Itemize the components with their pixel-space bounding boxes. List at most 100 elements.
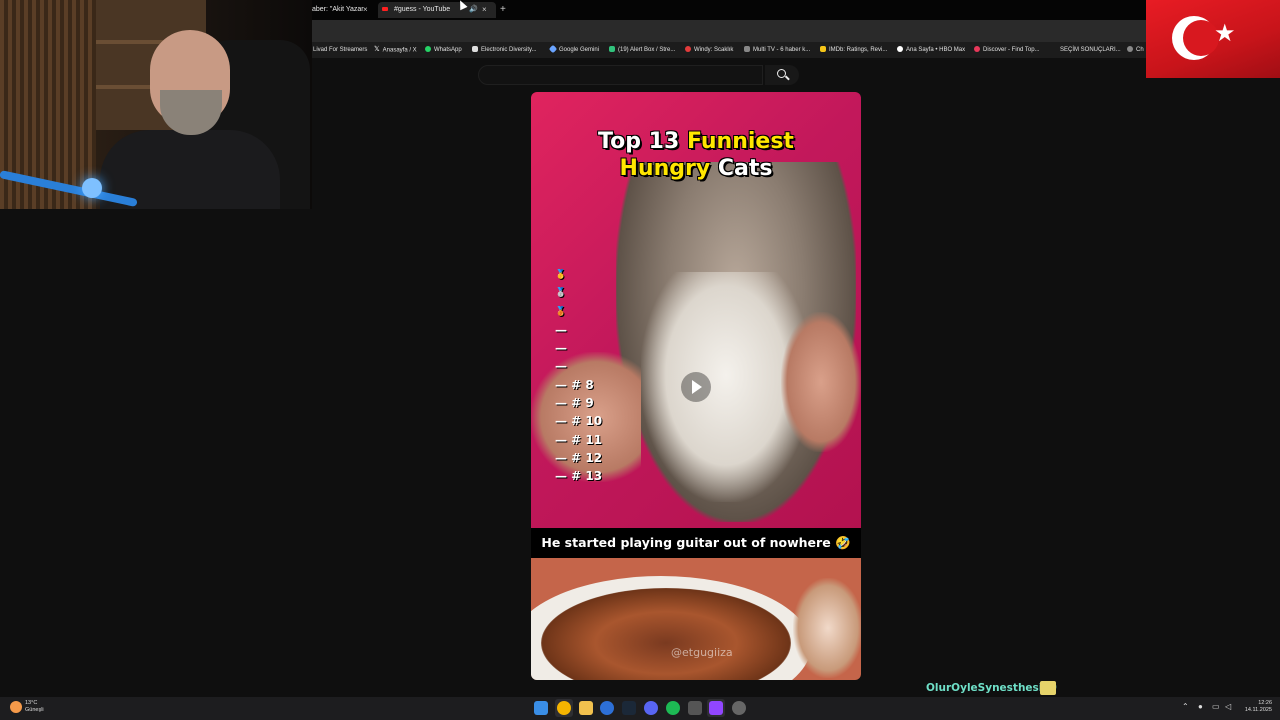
alert-icon bbox=[609, 46, 615, 53]
obs-icon[interactable] bbox=[732, 701, 746, 715]
search-button[interactable] bbox=[765, 65, 799, 85]
chat-emote-icon bbox=[1040, 681, 1056, 695]
webcam-overlay bbox=[0, 0, 312, 209]
windy-icon bbox=[685, 46, 691, 53]
bookmark-label: Ch bbox=[1136, 47, 1144, 53]
weather-icon[interactable] bbox=[10, 701, 22, 713]
mic-light bbox=[82, 178, 102, 198]
rank-item: — # 10 bbox=[555, 414, 603, 429]
bookmark-label: Discover - Find Top... bbox=[983, 47, 1040, 53]
weather-widget[interactable]: 13°C Güneşli bbox=[25, 700, 44, 714]
screen: aber: "Akit Yazar × #guess - YouTube 🔊 ×… bbox=[0, 0, 1280, 720]
edge-icon[interactable] bbox=[600, 701, 614, 715]
rank-item: — # 12 bbox=[555, 450, 603, 465]
rank-item: — bbox=[555, 322, 567, 337]
video-title-overlay: Top 13 Funniest Hungry Cats bbox=[531, 128, 861, 182]
ranking-list: 🥇 🥈 🥉 — — — — # 8 — # 9 — # 10 — # 11 — … bbox=[555, 266, 635, 486]
search-icon-handle bbox=[785, 75, 790, 81]
new-tab-button[interactable]: + bbox=[500, 2, 506, 18]
bookmark-label: SEÇİM SONUÇLARI... bbox=[1060, 47, 1121, 53]
bookmark-item[interactable]: IMDb: Ratings, Revi... bbox=[820, 45, 887, 55]
chevron-up-icon[interactable]: ⌃ bbox=[1182, 701, 1189, 713]
app-icon[interactable] bbox=[688, 701, 702, 715]
bookmark-label: Google Gemini bbox=[559, 47, 600, 53]
title-highlight: Funniest bbox=[686, 129, 794, 154]
bookmark-item[interactable]: Google Gemini bbox=[548, 45, 600, 55]
star-icon: ★ bbox=[1214, 20, 1236, 47]
address-bar[interactable] bbox=[312, 20, 1146, 42]
bookmark-item[interactable]: WhatsApp bbox=[425, 45, 462, 55]
video-frame-bottom: @etgugiiza bbox=[531, 558, 861, 680]
caption-bar: He started playing guitar out of nowhere… bbox=[531, 528, 861, 558]
bookmark-item[interactable]: Windy: Scaklık bbox=[685, 45, 733, 55]
clock-time: 12:26 bbox=[1258, 700, 1272, 706]
chrome-icon[interactable] bbox=[557, 701, 571, 715]
chat-username: OlurOyleSynesthesia0 bbox=[926, 682, 1057, 694]
bookmark-item[interactable]: (19) Alert Box / Stre... bbox=[609, 45, 675, 55]
rank-emoji: 🥉 bbox=[555, 306, 567, 317]
rank-item: — # 11 bbox=[555, 432, 603, 447]
rank-item: — # 13 bbox=[555, 469, 603, 484]
title-text: Top 13 bbox=[598, 129, 687, 154]
bookmarks-bar: Livad For Streamers 𝕏 Anasayfa / X WhatsA… bbox=[312, 42, 1146, 58]
steam-icon[interactable] bbox=[622, 701, 636, 715]
weather-temp: 13°C bbox=[25, 700, 38, 706]
bookmark-label: Multi TV - 6 haber k... bbox=[753, 47, 811, 53]
bookmark-item[interactable]: 𝕏 Anasayfa / X bbox=[374, 45, 417, 56]
play-button[interactable] bbox=[681, 372, 711, 402]
play-icon bbox=[692, 380, 702, 394]
bookmark-item[interactable]: Livad For Streamers bbox=[313, 45, 367, 55]
bookmark-label: WhatsApp bbox=[434, 47, 462, 53]
close-tab-icon[interactable]: × bbox=[482, 2, 487, 18]
bookmark-label: (19) Alert Box / Stre... bbox=[618, 47, 676, 53]
rank-emoji: 🥇 bbox=[555, 270, 567, 280]
bookmark-label: Anasayfa / X bbox=[382, 47, 417, 54]
rank-item: — bbox=[555, 359, 567, 374]
tv-icon bbox=[744, 46, 750, 53]
hbo-icon bbox=[897, 46, 903, 53]
weather-desc: Güneşli bbox=[25, 707, 44, 713]
streaming-app-icon[interactable] bbox=[709, 701, 723, 715]
file-explorer-icon[interactable] bbox=[579, 701, 593, 715]
taskbar: 13°C Güneşli ⌃ ● ▭ ◁ 12:26 14.11.2025 bbox=[0, 697, 1280, 720]
rank-emoji: 🥈 bbox=[555, 288, 567, 299]
browser-tab-strip: aber: "Akit Yazar × #guess - YouTube 🔊 ×… bbox=[312, 0, 1146, 20]
video-watermark: @etgugiiza bbox=[671, 646, 733, 659]
bookmark-item[interactable]: SEÇİM SONUÇLARI... bbox=[1060, 45, 1121, 55]
bookmark-label: Ana Sayfa • HBO Max bbox=[906, 47, 966, 53]
network-icon[interactable]: ▭ bbox=[1212, 701, 1220, 713]
rank-item: — bbox=[555, 341, 567, 356]
discover-icon bbox=[974, 46, 980, 53]
shorts-video-player[interactable]: Top 13 Funniest Hungry Cats 🥇 🥈 🥉 — — — … bbox=[531, 92, 861, 680]
search-input[interactable] bbox=[478, 65, 763, 85]
bookmark-item[interactable]: Multi TV - 6 haber k... bbox=[744, 45, 810, 55]
hand-image bbox=[781, 312, 861, 452]
folder-icon bbox=[472, 46, 478, 53]
speaker-icon[interactable]: 🔊 bbox=[469, 2, 478, 18]
tab-label: #guess - YouTube bbox=[393, 6, 451, 13]
volume-icon[interactable]: ◁ bbox=[1225, 701, 1231, 713]
turkish-flag: ★ bbox=[1146, 0, 1280, 78]
bookmark-label: Electronic Diversity... bbox=[481, 47, 537, 53]
video-caption: He started playing guitar out of nowhere… bbox=[541, 535, 851, 550]
windows-start-icon[interactable] bbox=[534, 701, 548, 715]
discord-icon[interactable] bbox=[644, 701, 658, 715]
title-highlight: Hungry bbox=[619, 156, 711, 181]
bookmark-label: Livad For Streamers bbox=[313, 47, 368, 53]
imdb-icon bbox=[820, 46, 826, 53]
bookmark-item[interactable]: Discover - Find Top... bbox=[974, 45, 1040, 55]
rank-item: — # 8 bbox=[555, 377, 594, 392]
clock[interactable]: 12:26 14.11.2025 bbox=[1240, 700, 1272, 714]
bookmark-item[interactable]: Ch bbox=[1127, 45, 1144, 55]
whatsapp-icon bbox=[425, 46, 431, 53]
microphone-icon[interactable]: ● bbox=[1198, 701, 1203, 713]
food-image bbox=[793, 578, 861, 678]
browser-tab-active[interactable]: #guess - YouTube bbox=[378, 2, 496, 18]
globe-icon bbox=[1127, 46, 1133, 53]
bookmark-item[interactable]: Electronic Diversity... bbox=[472, 45, 537, 55]
close-tab-icon[interactable]: × bbox=[363, 2, 368, 18]
title-text: Cats bbox=[710, 156, 773, 181]
clock-date: 14.11.2025 bbox=[1244, 707, 1272, 713]
bookmark-item[interactable]: Ana Sayfa • HBO Max bbox=[897, 45, 965, 55]
spotify-icon[interactable] bbox=[666, 701, 680, 715]
